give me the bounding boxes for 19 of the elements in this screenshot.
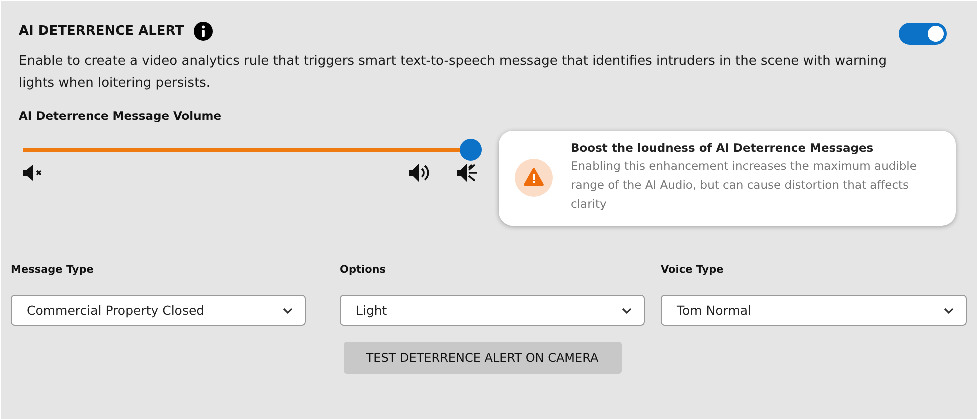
caret-icon <box>622 308 632 314</box>
test-alert-button[interactable]: TEST DETERRENCE ALERT ON CAMERA <box>344 342 622 374</box>
boost-text: Enabling this enhancement increases the maximum audible range of the AI Audio, but can cause distortion that affects clarity <box>571 158 918 213</box>
description-text: Enable to create a video analytics rule that triggers smart text-to-speech message that identifies intruders in the scene with warning lights when loitering persists. <box>19 53 888 93</box>
dropdown[interactable]: Light <box>340 295 645 326</box>
info-icon[interactable] <box>194 22 214 40</box>
dropdown[interactable]: Commercial Property Closed <box>11 295 306 326</box>
dropdown[interactable]: Tom Normal <box>661 295 967 326</box>
caret-icon <box>944 308 954 314</box>
warning-icon <box>515 158 553 196</box>
caret-icon <box>283 308 294 314</box>
section-title: AI DETERRENCE ALERT <box>19 24 184 38</box>
enable-toggle[interactable] <box>899 23 947 45</box>
loud-speaker-icon <box>457 163 479 183</box>
dropdown-label: Options <box>340 264 388 276</box>
volume-label: AI Deterrence Message Volume <box>19 109 223 123</box>
dropdown-label: Message Type <box>11 264 95 276</box>
dropdown-label: Voice Type <box>661 264 725 276</box>
boost-title: Boost the loudness of AI Deterrence Messages <box>571 141 875 155</box>
